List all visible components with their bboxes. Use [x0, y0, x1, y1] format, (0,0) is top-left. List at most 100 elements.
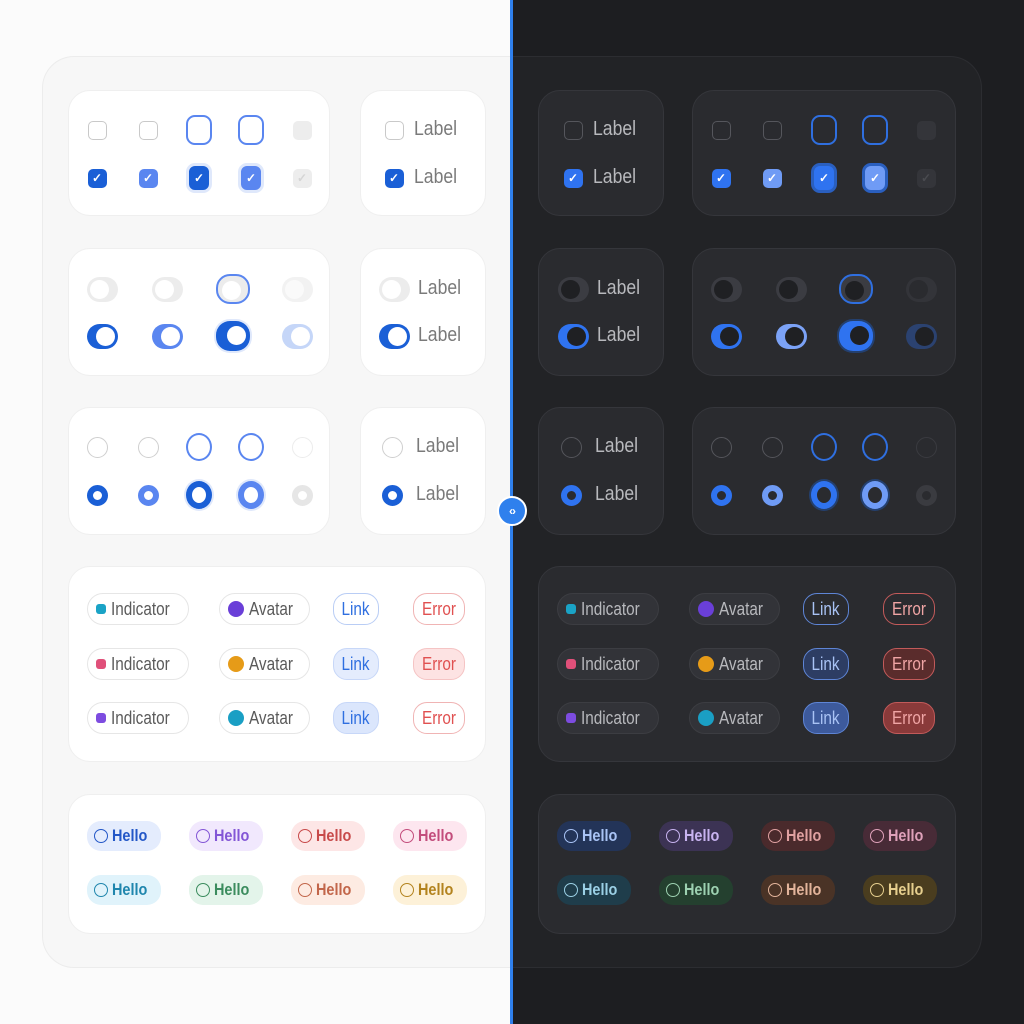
hello-tag[interactable]: Hello: [659, 875, 733, 905]
hello-tag[interactable]: Hello: [761, 821, 835, 851]
checkbox-checked[interactable]: ✓: [186, 163, 212, 193]
error-chip[interactable]: Error: [413, 593, 465, 625]
link-chip[interactable]: Link: [803, 593, 849, 625]
hello-tag[interactable]: Hello: [393, 821, 467, 851]
toggle-on[interactable]: [775, 323, 807, 349]
avatar-chip[interactable]: Avatar: [689, 702, 780, 734]
checkbox-checked[interactable]: ✓: [138, 168, 158, 188]
radio[interactable]: [238, 433, 264, 461]
toggle-off[interactable]: [557, 276, 589, 302]
checkbox[interactable]: [238, 115, 264, 145]
toggle-on[interactable]: [710, 323, 742, 349]
radio-selected[interactable]: [238, 481, 264, 509]
indicator-chip[interactable]: Indicator: [87, 648, 190, 680]
checkbox[interactable]: [384, 120, 404, 140]
indicator-chip[interactable]: Indicator: [557, 648, 660, 680]
chip-text: Link: [811, 598, 841, 619]
hello-tag[interactable]: Hello: [393, 875, 467, 905]
radio-selected[interactable]: [710, 484, 732, 506]
checkbox-checked[interactable]: ✓: [711, 168, 731, 188]
checkbox-checked[interactable]: ✓: [563, 168, 583, 188]
radio-selected[interactable]: [811, 481, 837, 509]
error-chip[interactable]: Error: [883, 648, 935, 680]
radio[interactable]: [862, 433, 888, 461]
compare-slider-handle[interactable]: ‹›: [497, 496, 527, 526]
indicator-chip[interactable]: Indicator: [557, 593, 660, 625]
checkbox[interactable]: [762, 120, 782, 140]
toggle-on[interactable]: [557, 323, 589, 349]
error-chip[interactable]: Error: [413, 702, 465, 734]
hello-tag[interactable]: Hello: [659, 821, 733, 851]
toggle-on[interactable]: [86, 323, 118, 349]
hello-tag[interactable]: Hello: [557, 875, 631, 905]
avatar-chip[interactable]: Avatar: [219, 702, 310, 734]
checkbox-checked[interactable]: ✓: [384, 168, 404, 188]
checkbox[interactable]: [138, 120, 158, 140]
hello-tag[interactable]: Hello: [557, 821, 631, 851]
hello-tag[interactable]: Hello: [291, 821, 365, 851]
radio-selected[interactable]: [761, 484, 783, 506]
checkbox-checked[interactable]: ✓: [762, 168, 782, 188]
link-chip[interactable]: Link: [333, 593, 379, 625]
indicator-chip[interactable]: Indicator: [87, 702, 190, 734]
link-chip[interactable]: Link: [333, 648, 379, 680]
avatar-chip[interactable]: Avatar: [689, 648, 780, 680]
error-chip[interactable]: Error: [413, 648, 465, 680]
toggle-on[interactable]: [378, 323, 410, 349]
radio[interactable]: [86, 436, 108, 458]
toggle-off[interactable]: [839, 274, 873, 304]
indicator-chip[interactable]: Indicator: [557, 702, 660, 734]
avatar-chip[interactable]: Avatar: [689, 593, 780, 625]
checkbox-checked[interactable]: ✓: [87, 168, 107, 188]
error-chip[interactable]: Error: [883, 702, 935, 734]
checkbox[interactable]: [862, 115, 888, 145]
toggle-off[interactable]: [775, 276, 807, 302]
checkbox[interactable]: [711, 120, 731, 140]
radio[interactable]: [560, 436, 582, 458]
radio-selected[interactable]: [862, 481, 888, 509]
radio-selected[interactable]: [381, 484, 403, 506]
avatar-chip[interactable]: Avatar: [219, 648, 310, 680]
hello-tag[interactable]: Hello: [863, 821, 937, 851]
hello-tag[interactable]: Hello: [189, 821, 263, 851]
toggle-off[interactable]: [151, 276, 183, 302]
radio-selected[interactable]: [186, 481, 212, 509]
toggle-off[interactable]: [216, 274, 250, 304]
toggle-knob: [914, 326, 934, 346]
hello-tag[interactable]: Hello: [761, 875, 835, 905]
checkbox[interactable]: [563, 120, 583, 140]
error-chip[interactable]: Error: [883, 593, 935, 625]
radio[interactable]: [137, 436, 159, 458]
checkbox[interactable]: [87, 120, 107, 140]
checkbox[interactable]: [186, 115, 212, 145]
radio-selected[interactable]: [137, 484, 159, 506]
checkbox-checked[interactable]: ✓: [238, 163, 264, 193]
hello-tag[interactable]: Hello: [87, 875, 161, 905]
hello-tag[interactable]: Hello: [863, 875, 937, 905]
toggle-on[interactable]: [839, 321, 873, 351]
link-chip[interactable]: Link: [333, 702, 379, 734]
link-chip[interactable]: Link: [803, 648, 849, 680]
tag-text: Hello: [786, 880, 822, 899]
toggle-off[interactable]: [86, 276, 118, 302]
toggle-on[interactable]: [151, 323, 183, 349]
checkbox[interactable]: [811, 115, 837, 145]
toggle-on[interactable]: [216, 321, 250, 351]
link-chip[interactable]: Link: [803, 702, 849, 734]
radio-selected[interactable]: [560, 484, 582, 506]
radio[interactable]: [381, 436, 403, 458]
checkbox-checked[interactable]: ✓: [862, 163, 888, 193]
radio[interactable]: [186, 433, 212, 461]
hello-tag[interactable]: Hello: [189, 875, 263, 905]
radio[interactable]: [710, 436, 732, 458]
hello-tag[interactable]: Hello: [87, 821, 161, 851]
radio[interactable]: [811, 433, 837, 461]
hello-tag[interactable]: Hello: [291, 875, 365, 905]
checkbox-checked[interactable]: ✓: [811, 163, 837, 193]
radio-selected[interactable]: [86, 484, 108, 506]
toggle-off[interactable]: [710, 276, 742, 302]
toggle-off[interactable]: [378, 276, 410, 302]
avatar-chip[interactable]: Avatar: [219, 593, 310, 625]
indicator-chip[interactable]: Indicator: [87, 593, 190, 625]
radio[interactable]: [761, 436, 783, 458]
